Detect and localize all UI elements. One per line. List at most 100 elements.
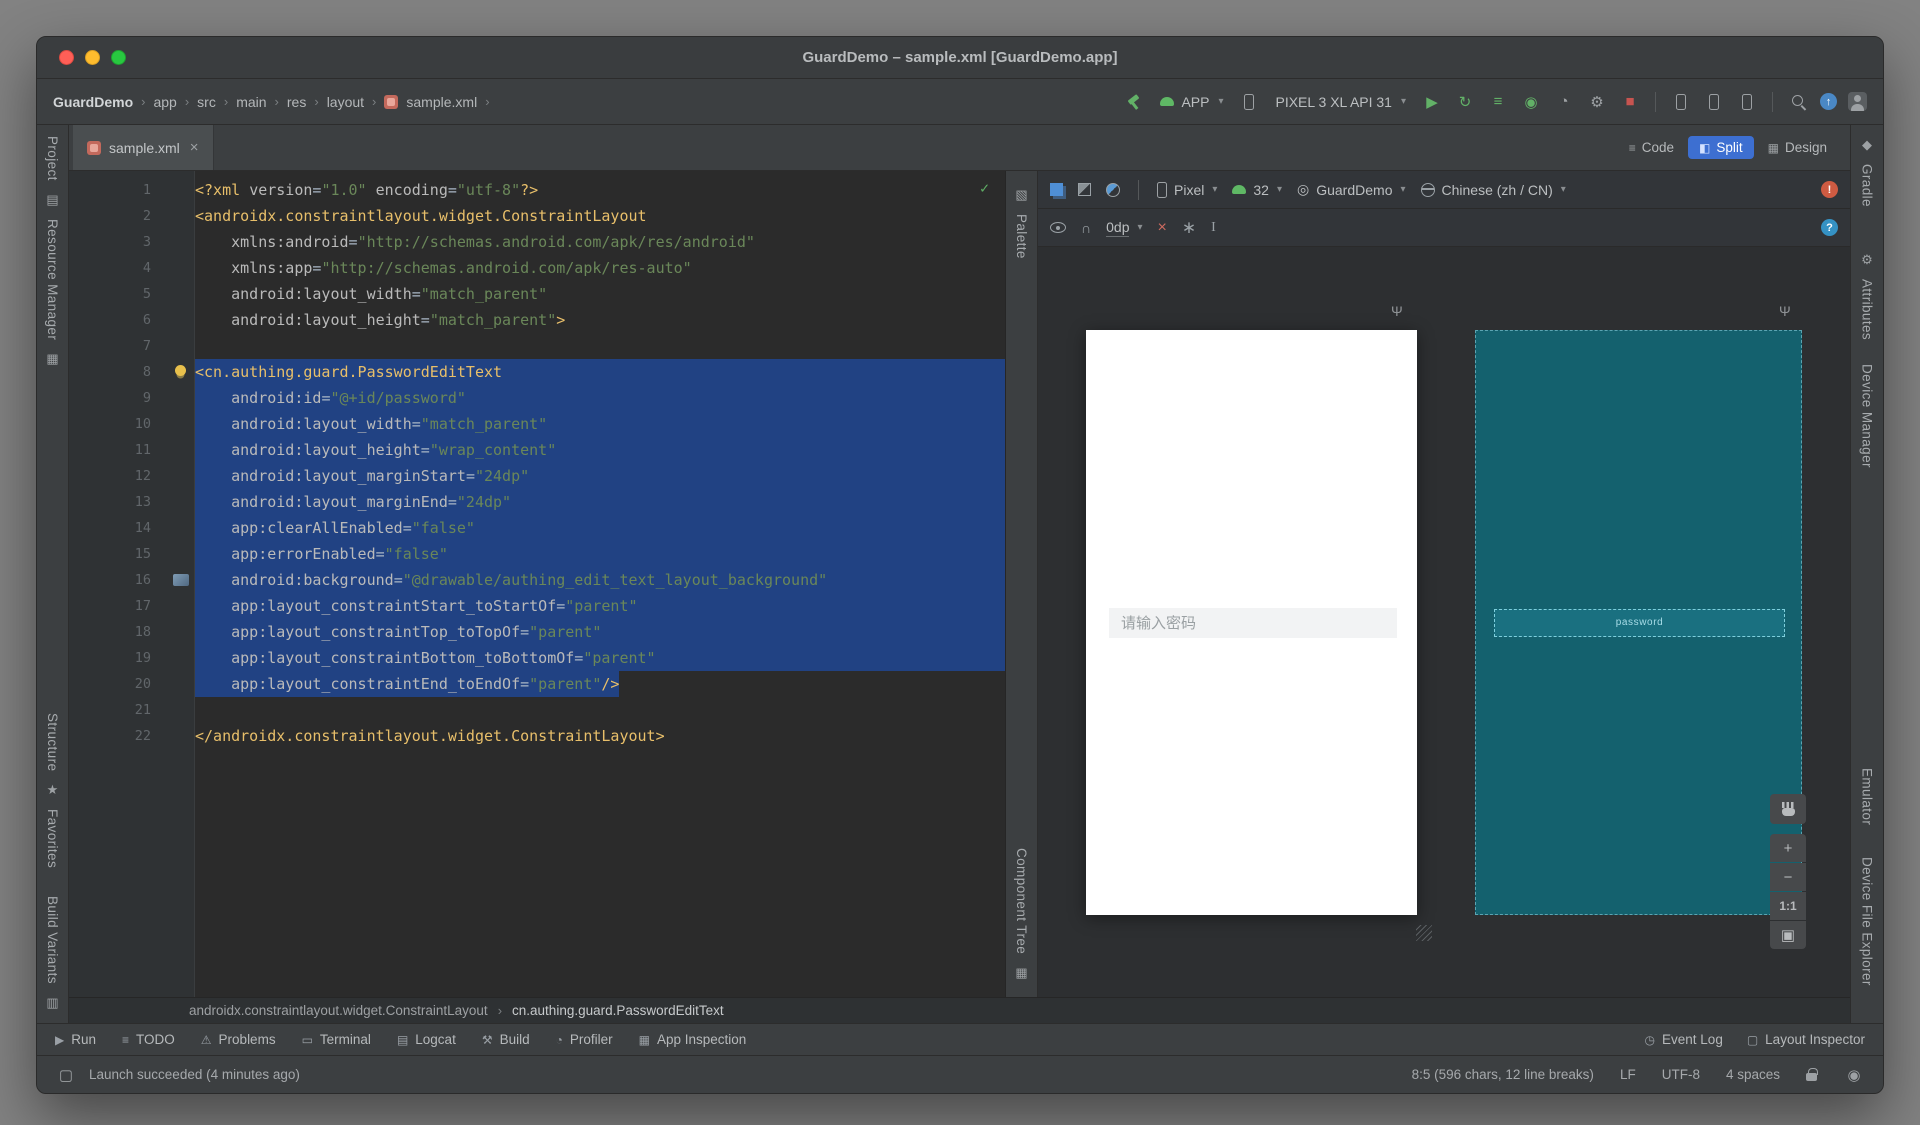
code-line-10[interactable]: 10 android:layout_width="match_parent" [69,411,1005,437]
issue-panel-icon[interactable]: ! [1821,181,1838,198]
sidebar-item-gradle[interactable]: Gradle [1860,164,1875,207]
star-icon[interactable]: ★ [47,782,59,798]
sync-device-icon[interactable] [1703,90,1725,114]
run-config-select[interactable]: APP [1156,91,1227,113]
run-toolwindow-button[interactable]: ▶ Run [55,1032,96,1047]
api-version-select[interactable]: 32 [1232,182,1282,198]
readonly-lock-icon[interactable] [1806,1068,1818,1081]
sidebar-item-project[interactable]: Project [45,136,60,181]
password-edittext-blueprint[interactable]: password [1494,608,1785,637]
sidebar-item-device-manager[interactable]: Device Manager [1860,364,1875,468]
breadcrumb-item-sample-xml[interactable]: sample.xml [406,94,477,110]
code-line-3[interactable]: 3 xmlns:android="http://schemas.android.… [69,229,1005,255]
search-everywhere-icon[interactable] [1787,90,1809,114]
drawable-preview-icon[interactable] [173,574,189,586]
build-hammer-icon[interactable] [1123,90,1145,114]
pan-hand-button[interactable] [1770,794,1806,824]
close-tab-icon[interactable]: × [190,139,199,156]
terminal-toolwindow-button[interactable]: ▭ Terminal [302,1032,371,1047]
ide-update-icon[interactable]: ↑ [1820,93,1837,110]
layout-inspector-button[interactable]: ▢ Layout Inspector [1747,1032,1865,1047]
resize-grip[interactable] [1416,925,1432,941]
password-edittext-preview[interactable]: 请输入密码 [1109,607,1397,638]
code-line-17[interactable]: 17 app:layout_constraintStart_toStartOf=… [69,593,1005,619]
resource-hierarchy-icon[interactable]: ▦ [46,351,58,367]
title-bar[interactable]: GuardDemo – sample.xml [GuardDemo.app] [37,37,1883,79]
code-line-5[interactable]: 5 android:layout_width="match_parent" [69,281,1005,307]
user-avatar[interactable] [1848,92,1867,111]
problems-toolwindow-button[interactable]: ⚠ Problems [201,1032,276,1047]
sidebar-item-emulator[interactable]: Emulator [1860,768,1875,825]
breadcrumb-item-res[interactable]: res [287,94,306,110]
breadcrumb-child[interactable]: cn.authing.guard.PasswordEditText [512,1003,724,1018]
app-inspection-toolwindow-button[interactable]: ▦ App Inspection [639,1032,747,1047]
preview-device-select[interactable]: Pixel [1157,181,1217,198]
theme-select[interactable]: ◎ GuardDemo [1297,181,1406,198]
code-line-4[interactable]: 4 xmlns:app="http://schemas.android.com/… [69,255,1005,281]
blueprint-preview-device[interactable]: password [1475,330,1802,915]
code-line-1[interactable]: 1 <?xml version="1.0" encoding="utf-8"?> [69,177,1005,203]
code-line-14[interactable]: 14 app:clearAllEnabled="false" [69,515,1005,541]
gradle-elephant-icon[interactable]: ◆ [1862,137,1872,153]
tab-sample-xml[interactable]: sample.xml × [73,125,214,170]
indent-setting[interactable]: 4 spaces [1726,1067,1780,1082]
code-line-12[interactable]: 12 android:layout_marginStart="24dp" [69,463,1005,489]
background-tasks-icon[interactable]: ◉ [1843,1063,1865,1087]
blueprint-toggle-icon[interactable] [1078,183,1091,196]
zoom-in-button[interactable]: + [1770,834,1806,862]
night-mode-icon[interactable] [1106,182,1120,197]
breadcrumb-item-main[interactable]: main [236,94,266,110]
sidebar-item-favorites[interactable]: Favorites [45,809,60,868]
infer-constraints-icon[interactable]: ∗ [1182,218,1196,238]
palette-tab[interactable]: Palette [1014,214,1029,259]
rerun-icon[interactable]: ↻ [1454,90,1476,114]
code-line-20[interactable]: 20 app:layout_constraintEnd_toEndOf="par… [69,671,1005,697]
intention-bulb-icon[interactable] [175,365,186,376]
sidebar-item-build-variants[interactable]: Build Variants [45,896,60,984]
line-separator[interactable]: LF [1620,1067,1636,1082]
attributes-icon[interactable]: ⚙ [1861,252,1873,268]
design-canvas[interactable]: Ψ Ψ 请输入密码 password + − 1:1 ▣ [1038,247,1850,997]
code-line-6[interactable]: 6 android:layout_height="match_parent"> [69,307,1005,333]
attach-debugger-icon[interactable] [1670,90,1692,114]
file-encoding[interactable]: UTF-8 [1662,1067,1700,1082]
close-window-button[interactable] [59,50,74,65]
profiler-toolwindow-button[interactable]: ◔ Profiler [556,1032,613,1047]
code-line-22[interactable]: 22 </androidx.constraintlayout.widget.Con… [69,723,1005,749]
profile-icon[interactable]: ◔ [1553,90,1575,114]
minimize-window-button[interactable] [85,50,100,65]
device-select[interactable]: PIXEL 3 XL API 31 [1271,91,1410,113]
caret-position[interactable]: 8:5 (596 chars, 12 line breaks) [1412,1067,1594,1082]
breadcrumb-item-app[interactable]: app [153,94,176,110]
folder-icon[interactable]: ▤ [46,192,58,208]
stop-icon[interactable]: ■ [1619,90,1641,114]
todo-toolwindow-button[interactable]: ≡ TODO [122,1032,175,1047]
sidebar-item-attributes[interactable]: Attributes [1860,279,1875,340]
debug-icon[interactable]: ◉ [1520,90,1542,114]
build-toolwindow-button[interactable]: ⚒ Build [482,1032,530,1047]
design-preview-device[interactable]: 请输入密码 [1086,330,1417,915]
breadcrumb-item-guarddemo[interactable]: GuardDemo [53,94,133,110]
run-icon[interactable]: ▶ [1421,90,1443,114]
code-line-15[interactable]: 15 app:errorEnabled="false" [69,541,1005,567]
mode-split[interactable]: ◧ Split [1688,136,1754,159]
code-line-16[interactable]: 16 android:background="@drawable/authing… [69,567,1005,593]
text-cursor-icon[interactable]: I [1211,220,1216,236]
breadcrumb-item-layout[interactable]: layout [327,94,364,110]
code-line-18[interactable]: 18 app:layout_constraintTop_toTopOf="par… [69,619,1005,645]
tool-window-toggle-icon[interactable]: ▢ [55,1063,77,1087]
code-line-9[interactable]: 9 android:id="@+id/password" [69,385,1005,411]
autoconnect-magnet-icon[interactable]: ∩ [1081,220,1091,236]
locale-select[interactable]: Chinese (zh / CN) [1420,182,1566,198]
breadcrumb-item-src[interactable]: src [197,94,216,110]
zoom-window-button[interactable] [111,50,126,65]
logcat-toolwindow-button[interactable]: ▤ Logcat [397,1032,456,1047]
zoom-ratio-button[interactable]: 1:1 [1770,892,1806,920]
mode-design[interactable]: ▦ Design [1757,136,1838,159]
component-tree-tab[interactable]: Component Tree [1014,848,1029,954]
breadcrumb-parent[interactable]: androidx.constraintlayout.widget.Constra… [189,1003,488,1018]
build-variants-icon[interactable]: ▥ [46,995,58,1011]
code-line-21[interactable]: 21 [69,697,1005,723]
code-line-8[interactable]: 8 <cn.authing.guard.PasswordEditText [69,359,1005,385]
mode-code[interactable]: ≡ Code [1618,136,1685,159]
